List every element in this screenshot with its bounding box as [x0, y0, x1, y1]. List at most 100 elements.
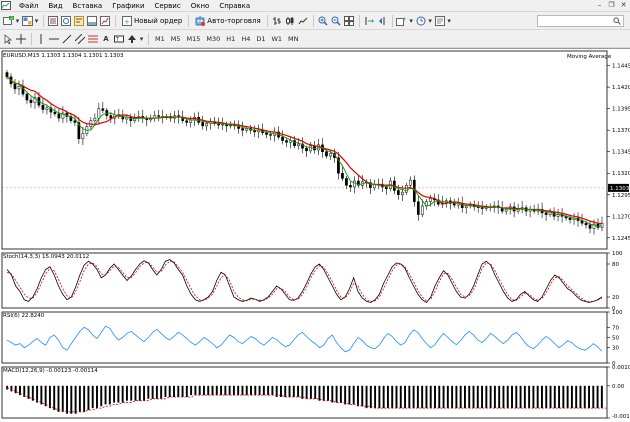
toolbar-separator [115, 14, 116, 27]
zoom-in-icon[interactable] [317, 15, 329, 27]
autotrading-label: Авто-торговля [207, 16, 261, 25]
candle-body [293, 140, 296, 146]
price-pane-frame [1, 50, 608, 250]
candle-body [504, 209, 508, 212]
symbol-info-label: EURUSD,M15 1.1303 1.1304 1.1301 1.1303 [3, 53, 124, 59]
search-input[interactable] [537, 15, 624, 27]
candle-body [205, 123, 209, 127]
stochastic-axis-label: 100 [612, 251, 623, 257]
timeframe-m30[interactable]: M30 [203, 33, 223, 45]
vertical-line-icon[interactable] [35, 33, 47, 45]
timeframe-w1[interactable]: W1 [268, 33, 285, 45]
timeframe-m5[interactable]: M5 [168, 33, 184, 45]
strategy-tester-icon[interactable] [99, 15, 111, 27]
app-chart-icon[interactable] [1, 1, 11, 10]
timeframe-h1[interactable]: H1 [223, 33, 238, 45]
candle-body [157, 115, 161, 117]
horizontal-line-icon[interactable] [48, 33, 60, 45]
candlestick-icon[interactable] [284, 15, 296, 27]
menu-tools[interactable]: Сервис [150, 0, 186, 11]
trendline-icon[interactable] [61, 33, 73, 45]
navigator-icon[interactable] [73, 15, 85, 27]
candle-body [285, 140, 288, 143]
close-icon[interactable]: ✕ [619, 1, 628, 9]
dropdown-arrow-icon[interactable]: ▾ [15, 15, 20, 27]
candle-body [404, 185, 408, 193]
candle-body [329, 153, 332, 157]
candle-body [269, 134, 272, 136]
minimize-icon[interactable]: – [595, 1, 604, 9]
candle-body [452, 203, 456, 206]
restore-icon[interactable]: ❐ [607, 1, 616, 9]
candle-body [73, 120, 77, 123]
terminal-icon[interactable] [86, 15, 98, 27]
profiles-icon[interactable] [21, 15, 33, 27]
text-tool-icon[interactable]: A [100, 33, 112, 45]
line-chart-icon[interactable] [297, 15, 309, 27]
candle-body [588, 224, 592, 229]
new-order-button[interactable]: + Новый ордер [119, 15, 185, 26]
price-axis-label: 1.1420 [612, 85, 630, 91]
window-controls: – ❐ ✕ [595, 1, 628, 9]
candle-body [57, 113, 61, 119]
dropdown-arrow-icon[interactable]: ▾ [34, 15, 39, 27]
candle-body [464, 205, 468, 208]
price-axis-label: 1.1245 [612, 236, 630, 242]
indicators-icon[interactable]: + [396, 15, 408, 27]
autotrading-button[interactable]: Авто-торговля [192, 15, 263, 26]
svg-text:+: + [124, 18, 130, 26]
periods-clock-icon[interactable] [415, 15, 427, 27]
crosshair-icon[interactable] [15, 33, 27, 45]
templates-icon[interactable] [434, 15, 446, 27]
candle-body [309, 145, 312, 152]
toolbar-separator [391, 14, 393, 27]
timeframe-m1[interactable]: M1 [152, 33, 168, 45]
menu-window[interactable]: Окно [186, 0, 215, 11]
dropdown-arrow-icon[interactable]: ▾ [409, 15, 414, 27]
timeframe-d1[interactable]: D1 [253, 33, 268, 45]
tile-windows-icon[interactable] [343, 15, 355, 27]
svg-text:+: + [10, 16, 13, 20]
text-label-icon[interactable]: T [113, 33, 125, 45]
market-watch-icon[interactable] [47, 15, 59, 27]
chart-shift-icon[interactable] [376, 15, 388, 27]
indicator-label: Moving Average [567, 54, 612, 60]
candle-body [480, 207, 484, 209]
candle-body [201, 122, 205, 127]
fibonacci-icon[interactable] [87, 33, 99, 45]
menu-bar: Файл Вид Вставка Графики Сервис Окно Спр… [0, 0, 630, 12]
equidistant-channel-icon[interactable] [74, 33, 86, 45]
timeframe-mn[interactable]: MN [285, 33, 301, 45]
chart-window[interactable]: 1.1445 1.1420 1.1395 1.1370 1.1345 1.1320 1.12… [0, 48, 630, 420]
auto-scroll-icon[interactable] [363, 15, 375, 27]
search-icon[interactable] [613, 17, 621, 25]
candle-body [185, 120, 189, 123]
menu-file[interactable]: Файл [14, 0, 43, 11]
menu-insert[interactable]: Вставка [68, 0, 108, 11]
bar-chart-icon[interactable] [271, 15, 283, 27]
arrows-icon[interactable] [126, 33, 138, 45]
dropdown-arrow-icon[interactable]: ▾ [139, 33, 144, 45]
rsi-series-line [6, 325, 603, 353]
timeframe-m15[interactable]: M15 [184, 33, 204, 45]
data-window-icon[interactable] [60, 15, 72, 27]
zoom-out-icon[interactable] [330, 15, 342, 27]
menu-help[interactable]: Справка [214, 0, 255, 11]
candle-body [281, 136, 284, 141]
toolbar-separator [358, 14, 360, 27]
dropdown-arrow-icon[interactable]: ▾ [428, 15, 433, 27]
toolbar-main-group: + ▾ ▾ + Новый ордер Авто-торговля + ▾ ▾ … [2, 14, 453, 27]
menu-view[interactable]: Вид [43, 0, 67, 11]
timeframe-h4[interactable]: H4 [238, 33, 253, 45]
cursor-icon[interactable] [2, 33, 14, 45]
autotrading-icon [195, 15, 206, 26]
toolbar-separator [266, 14, 268, 27]
candle-body [25, 93, 29, 101]
standard-toolbar: + ▾ ▾ + Новый ордер Авто-торговля + ▾ ▾ … [0, 12, 630, 30]
chart-canvas[interactable]: 1.1445 1.1420 1.1395 1.1370 1.1345 1.1320 1.12… [0, 48, 630, 420]
menu-charts[interactable]: Графики [107, 0, 149, 11]
stochastic-axis-label: 80 [612, 262, 619, 268]
candle-body [584, 222, 588, 226]
dropdown-arrow-icon[interactable]: ▾ [447, 15, 452, 27]
new-chart-icon[interactable]: + [2, 15, 14, 27]
